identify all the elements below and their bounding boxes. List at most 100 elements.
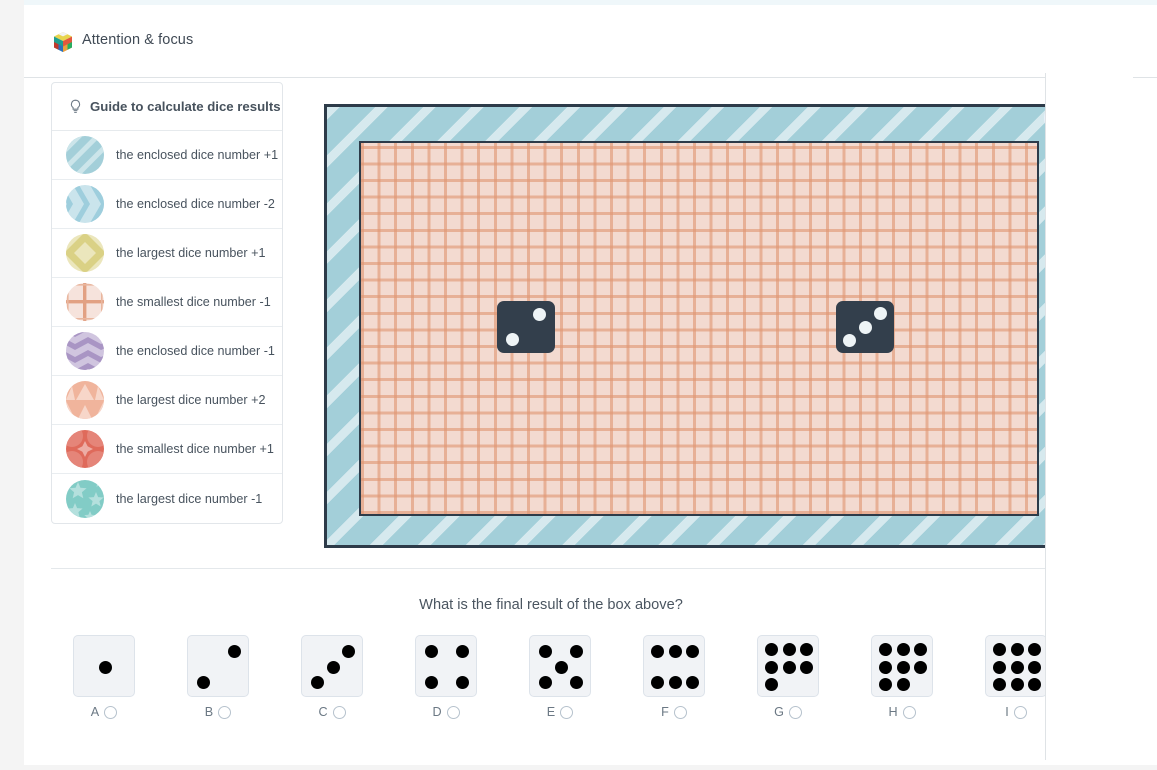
die-pip bbox=[993, 643, 1007, 657]
die-pip bbox=[1027, 677, 1041, 691]
option-radio[interactable] bbox=[673, 705, 687, 719]
answer-option-g[interactable]: G bbox=[748, 635, 828, 719]
section-divider bbox=[51, 568, 1051, 569]
legend-swatch-clover bbox=[66, 430, 104, 468]
option-radio[interactable] bbox=[104, 705, 118, 719]
die-pip bbox=[1027, 660, 1041, 674]
option-footer: B bbox=[178, 705, 258, 719]
legend-item-label: the largest dice number -1 bbox=[116, 491, 263, 506]
question-text: What is the final result of the box abov… bbox=[419, 597, 683, 613]
puzzle-stage bbox=[324, 104, 1070, 548]
legend-swatch-diamond bbox=[66, 234, 104, 272]
die-pip bbox=[326, 660, 340, 674]
die-pip bbox=[858, 320, 872, 334]
die-pip bbox=[879, 660, 893, 674]
die-pip bbox=[765, 677, 779, 691]
answer-option-b[interactable]: B bbox=[178, 635, 258, 719]
die-pip bbox=[843, 334, 857, 348]
die-pip bbox=[1027, 643, 1041, 657]
answer-options: A B C D E F G H I bbox=[64, 635, 1064, 735]
legend-item: the enclosed dice number -1 bbox=[52, 327, 282, 376]
legend-item-label: the enclosed dice number +1 bbox=[116, 148, 279, 162]
legend-panel: Guide to calculate dice results the encl… bbox=[51, 82, 283, 524]
die-pip bbox=[668, 675, 682, 689]
rubiks-cube-icon bbox=[52, 31, 74, 53]
option-letter: E bbox=[546, 705, 556, 719]
option-die[interactable] bbox=[985, 635, 1047, 697]
legend-item: the enclosed dice number +1 bbox=[52, 131, 282, 180]
option-die[interactable] bbox=[757, 635, 819, 697]
legend-item: the largest dice number +1 bbox=[52, 229, 282, 278]
legend-item-label: the smallest dice number -1 bbox=[116, 295, 271, 309]
page-title: Attention & focus bbox=[82, 32, 194, 48]
option-die[interactable] bbox=[415, 635, 477, 697]
board-die-left bbox=[497, 301, 555, 353]
option-radio[interactable] bbox=[218, 705, 232, 719]
page-root: Attention & focus Guide to calculate dic… bbox=[0, 0, 1157, 770]
option-letter: F bbox=[661, 705, 669, 719]
answer-option-d[interactable]: D bbox=[406, 635, 486, 719]
legend-item-label: the largest dice number +1 bbox=[116, 246, 266, 260]
option-die[interactable] bbox=[301, 635, 363, 697]
answer-option-a[interactable]: A bbox=[64, 635, 144, 719]
legend-title: Guide to calculate dice results bbox=[90, 99, 281, 114]
legend-header: Guide to calculate dice results bbox=[52, 83, 282, 131]
option-die[interactable] bbox=[643, 635, 705, 697]
die-pip bbox=[765, 660, 779, 674]
legend-swatch-chevron bbox=[66, 185, 104, 223]
die-pip bbox=[455, 645, 469, 659]
option-radio[interactable] bbox=[560, 705, 574, 719]
option-radio[interactable] bbox=[902, 705, 916, 719]
option-die[interactable] bbox=[871, 635, 933, 697]
die-pip bbox=[425, 645, 439, 659]
die-pip bbox=[311, 675, 325, 689]
answer-option-h[interactable]: H bbox=[862, 635, 942, 719]
legend-item-label: the enclosed dice number -2 bbox=[116, 197, 275, 211]
option-letter: G bbox=[774, 705, 784, 719]
option-radio[interactable] bbox=[1013, 705, 1027, 719]
option-die[interactable] bbox=[73, 635, 135, 697]
die-pip bbox=[896, 660, 910, 674]
die-pip bbox=[425, 675, 439, 689]
die-pip bbox=[1010, 643, 1024, 657]
die-pip bbox=[993, 660, 1007, 674]
option-footer: G bbox=[748, 705, 828, 719]
answer-option-e[interactable]: E bbox=[520, 635, 600, 719]
answer-option-c[interactable]: C bbox=[292, 635, 372, 719]
die-pip bbox=[227, 645, 241, 659]
die-pip bbox=[765, 643, 779, 657]
option-footer: C bbox=[292, 705, 372, 719]
die-pip bbox=[896, 643, 910, 657]
legend-swatch-diagonal-stripes bbox=[66, 136, 104, 174]
legend-item: the enclosed dice number -2 bbox=[52, 180, 282, 229]
die-pip bbox=[913, 643, 927, 657]
die-pip bbox=[879, 677, 893, 691]
legend-item-label: the smallest dice number +1 bbox=[116, 442, 274, 456]
die-pip bbox=[554, 660, 568, 674]
inner-region bbox=[359, 141, 1039, 516]
die-pip bbox=[197, 675, 211, 689]
option-letter: A bbox=[90, 705, 100, 719]
die-pip bbox=[685, 645, 699, 659]
option-footer: I bbox=[976, 705, 1056, 719]
option-footer: A bbox=[64, 705, 144, 719]
die-pip bbox=[896, 677, 910, 691]
die-pip bbox=[539, 675, 553, 689]
option-letter: H bbox=[888, 705, 898, 719]
answer-option-i[interactable]: I bbox=[976, 635, 1056, 719]
die-pip bbox=[341, 645, 355, 659]
option-radio[interactable] bbox=[332, 705, 346, 719]
answer-option-f[interactable]: F bbox=[634, 635, 714, 719]
option-die[interactable] bbox=[187, 635, 249, 697]
legend-swatch-grid bbox=[66, 283, 104, 321]
legend-item: the largest dice number -1 bbox=[52, 474, 282, 523]
die-pip bbox=[782, 643, 796, 657]
die-pip bbox=[913, 660, 927, 674]
die-pip bbox=[98, 660, 112, 674]
content-card: Attention & focus Guide to calculate dic… bbox=[24, 5, 1157, 765]
option-radio[interactable] bbox=[446, 705, 460, 719]
option-die[interactable] bbox=[529, 635, 591, 697]
option-radio[interactable] bbox=[788, 705, 802, 719]
legend-item-label: the enclosed dice number -1 bbox=[116, 344, 275, 358]
die-pip bbox=[879, 643, 893, 657]
